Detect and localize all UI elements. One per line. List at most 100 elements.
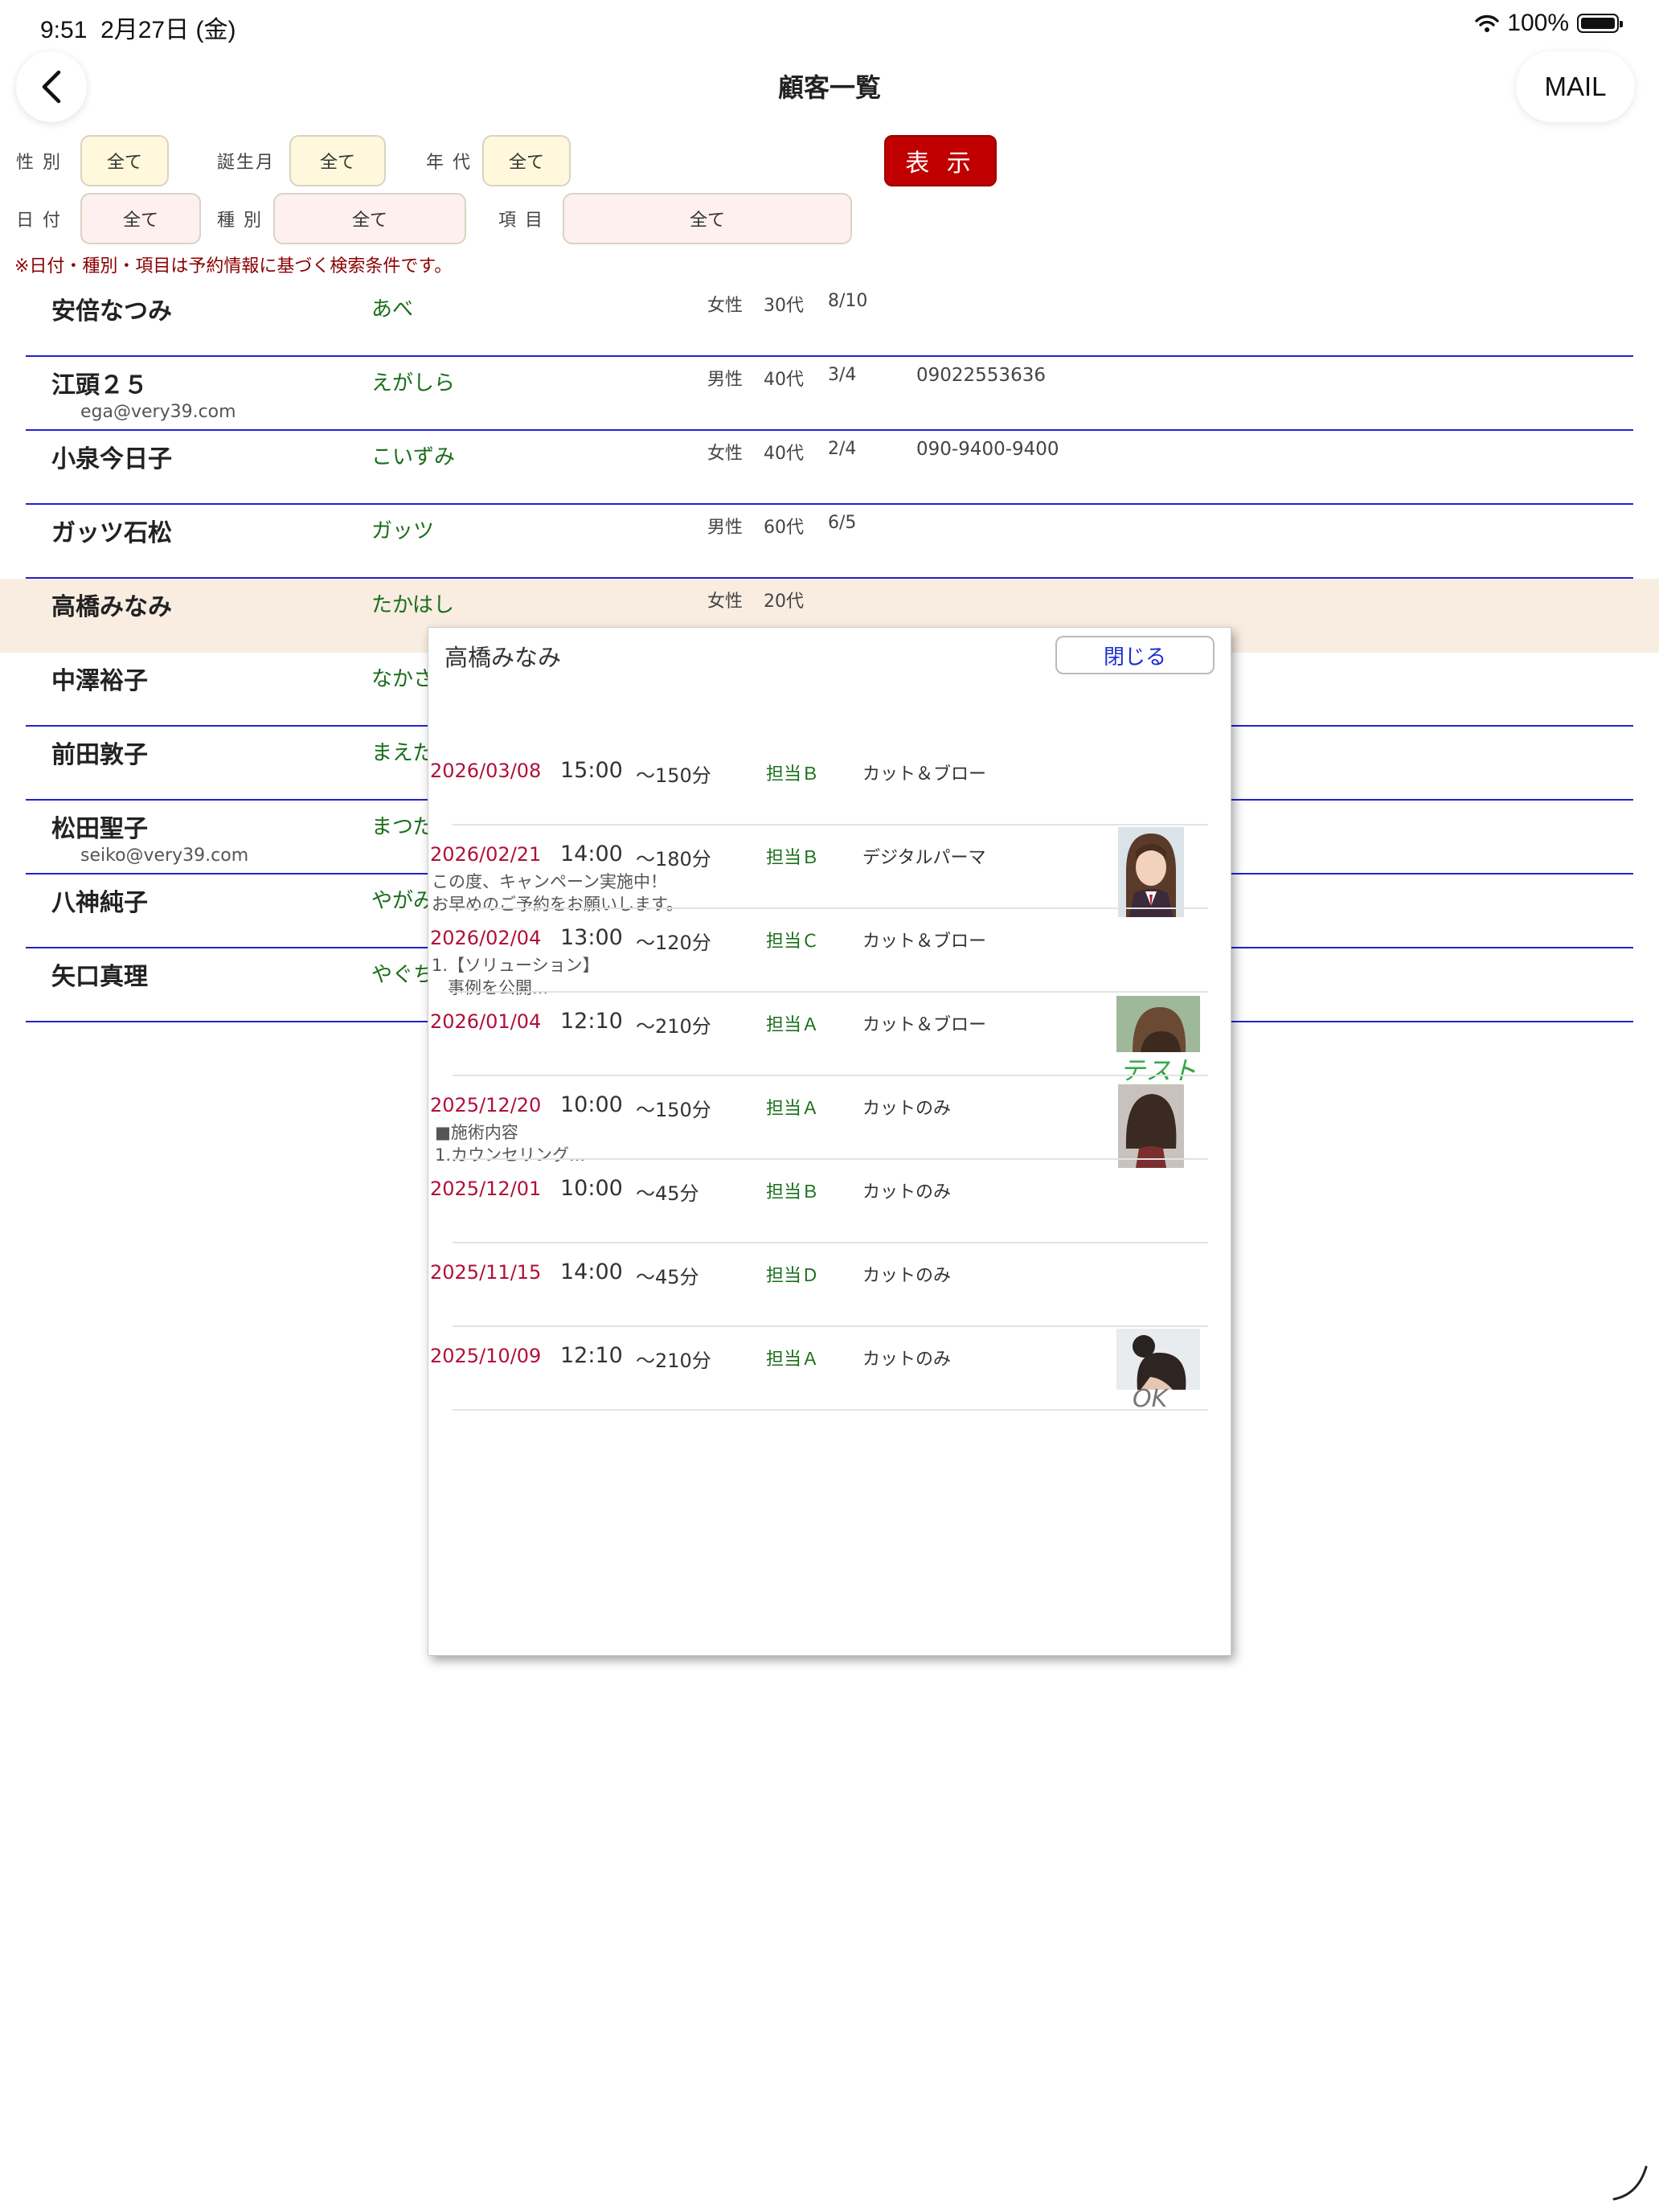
search-note: ※日付・種別・項目は予約情報に基づく検索条件です。 bbox=[14, 256, 453, 276]
status-bar-right: 100% bbox=[1475, 10, 1623, 37]
age-group-filter-button[interactable]: 全て bbox=[482, 135, 571, 186]
customer-kana: こいずみ bbox=[371, 445, 456, 469]
divider bbox=[453, 1158, 1208, 1160]
item-filter-button[interactable]: 全て bbox=[563, 193, 852, 244]
history-item[interactable]: 2025/11/15 14:00 ～45分 担当Ｄ カットのみ bbox=[428, 1251, 1231, 1335]
history-staff: 担当Ｂ bbox=[766, 764, 820, 784]
battery-icon bbox=[1577, 14, 1623, 33]
girl-portrait-photo[interactable] bbox=[1118, 827, 1184, 917]
history-item[interactable]: 2026/02/04 13:00 ～120分 担当Ｃ カット＆ブロー 1.【ソリ… bbox=[428, 917, 1231, 1001]
customer-age: 40代 bbox=[764, 370, 804, 390]
customer-kana: やぐち bbox=[371, 963, 435, 987]
short-hair-photo[interactable] bbox=[1118, 1084, 1184, 1168]
history-item[interactable]: 2026/02/21 14:00 ～180分 担当Ｂ デジタルパーマ この度、キ… bbox=[428, 834, 1231, 917]
date-filter-button[interactable]: 全て bbox=[80, 193, 201, 244]
divider bbox=[453, 1325, 1208, 1327]
show-button[interactable]: 表 示 bbox=[884, 135, 997, 186]
history-staff: 担当Ａ bbox=[766, 1015, 820, 1035]
customer-email: seiko@very39.com bbox=[80, 846, 249, 866]
photo-handwritten-note: OK bbox=[1133, 1385, 1168, 1412]
customer-name: 江頭２５ bbox=[51, 371, 148, 399]
history-item[interactable]: 2025/12/20 10:00 ～150分 担当Ａ カットのみ ■施術内容 1… bbox=[428, 1084, 1231, 1168]
customer-row[interactable]: ガッツ石松 ガッツ 男性 60代 6/5 bbox=[26, 505, 1633, 579]
customer-sex: 男性 bbox=[707, 370, 743, 390]
customer-kana: やがみ bbox=[371, 889, 435, 913]
customer-kana: えがしら bbox=[371, 371, 456, 395]
customer-kana: たかはし bbox=[371, 593, 454, 617]
popup-title: 高橋みなみ bbox=[444, 644, 562, 671]
customer-age: 20代 bbox=[764, 592, 804, 612]
history-date: 2025/10/09 bbox=[430, 1345, 542, 1367]
battery-percent: 100% bbox=[1507, 10, 1569, 36]
history-time: 12:10 bbox=[560, 1009, 623, 1034]
status-time: 9:51 bbox=[40, 17, 88, 43]
customer-sex: 女性 bbox=[707, 592, 743, 612]
type-filter-button[interactable]: 全て bbox=[273, 193, 466, 244]
history-item[interactable]: 2026/01/04 12:10 ～210分 担当Ａ カット＆ブロー bbox=[428, 1001, 1231, 1084]
history-date: 2026/01/04 bbox=[430, 1010, 542, 1033]
customer-kana: まえだ bbox=[371, 741, 435, 765]
type-filter-label: 種 別 bbox=[217, 211, 263, 231]
history-staff: 担当Ａ bbox=[766, 1350, 820, 1370]
customer-name: ガッツ石松 bbox=[51, 519, 172, 547]
history-item[interactable]: 2026/03/08 15:00 ～150分 担当Ｂ カット＆ブロー bbox=[428, 750, 1231, 834]
history-duration: ～180分 bbox=[636, 848, 711, 870]
history-time: 12:10 bbox=[560, 1343, 623, 1368]
bob-hair-photo[interactable]: テスト bbox=[1116, 996, 1200, 1086]
status-bar-clock: 9:51 2月27日 (金) bbox=[40, 10, 236, 45]
wifi-icon bbox=[1475, 14, 1499, 32]
close-button[interactable]: 閉じる bbox=[1055, 636, 1215, 674]
history-staff: 担当Ｂ bbox=[766, 848, 820, 868]
birth-month-filter-button[interactable]: 全て bbox=[289, 135, 386, 186]
updo-hair-photo[interactable]: OK bbox=[1116, 1329, 1200, 1412]
history-menu: カット＆ブロー bbox=[862, 1015, 987, 1035]
history-menu: カット＆ブロー bbox=[862, 932, 987, 952]
history-menu: カットのみ bbox=[862, 1350, 952, 1370]
customer-name: 中澤裕子 bbox=[51, 667, 148, 695]
page-title: 顧客一覧 bbox=[777, 72, 881, 103]
customer-row[interactable]: 小泉今日子 こいずみ 女性 40代 2/4 090-9400-9400 bbox=[26, 431, 1633, 505]
photo-handwritten-note: テスト bbox=[1120, 1055, 1198, 1086]
history-staff: 担当Ｄ bbox=[766, 1266, 820, 1286]
history-date: 2025/11/15 bbox=[430, 1261, 542, 1284]
customer-sex: 女性 bbox=[707, 296, 743, 316]
date-filter-label: 日 付 bbox=[16, 211, 62, 231]
gender-filter-label: 性 別 bbox=[16, 153, 62, 173]
history-duration: ～150分 bbox=[636, 1099, 711, 1121]
history-menu: カットのみ bbox=[862, 1266, 952, 1286]
history-item[interactable]: 2025/10/09 12:10 ～210分 担当Ａ カットのみ bbox=[428, 1335, 1231, 1419]
history-staff: 担当Ｃ bbox=[766, 932, 820, 952]
customer-row[interactable]: 安倍なつみ あべ 女性 30代 8/10 bbox=[26, 283, 1633, 357]
history-duration: ～210分 bbox=[636, 1350, 711, 1372]
pencil-stroke-icon bbox=[1612, 2165, 1648, 2201]
history-duration: ～120分 bbox=[636, 932, 711, 954]
history-time: 13:00 bbox=[560, 925, 623, 950]
history-item[interactable]: 2025/12/01 10:00 ～45分 担当Ｂ カットのみ bbox=[428, 1168, 1231, 1251]
customer-name: 前田敦子 bbox=[51, 741, 148, 769]
customer-name: 八神純子 bbox=[51, 889, 148, 917]
item-filter-label: 項 目 bbox=[498, 211, 544, 231]
gender-filter-button[interactable]: 全て bbox=[80, 135, 169, 186]
history-date: 2025/12/20 bbox=[430, 1094, 542, 1116]
customer-birthday: 2/4 bbox=[828, 439, 857, 459]
history-menu: カット＆ブロー bbox=[862, 764, 987, 784]
customer-name: 高橋みなみ bbox=[51, 593, 172, 621]
history-date: 2026/02/04 bbox=[430, 927, 542, 949]
divider bbox=[453, 824, 1208, 825]
customer-age: 60代 bbox=[764, 518, 804, 538]
history-duration: ～45分 bbox=[636, 1266, 699, 1288]
history-duration: ～210分 bbox=[636, 1015, 711, 1038]
customer-sex: 女性 bbox=[707, 444, 743, 464]
divider bbox=[453, 1242, 1208, 1243]
customer-sex: 男性 bbox=[707, 518, 743, 538]
customer-phone: 09022553636 bbox=[916, 365, 1046, 386]
customer-row[interactable]: 江頭２５ えがしら 男性 40代 3/4 09022553636 ega@ver… bbox=[26, 357, 1633, 431]
divider bbox=[453, 991, 1208, 993]
history-time: 10:00 bbox=[560, 1092, 623, 1117]
divider bbox=[453, 1075, 1208, 1076]
customer-birthday: 8/10 bbox=[828, 291, 868, 311]
customer-birthday: 3/4 bbox=[828, 365, 857, 385]
history-time: 15:00 bbox=[560, 758, 623, 783]
mail-button[interactable]: MAIL bbox=[1516, 51, 1635, 122]
age-group-filter-label: 年 代 bbox=[426, 153, 472, 173]
